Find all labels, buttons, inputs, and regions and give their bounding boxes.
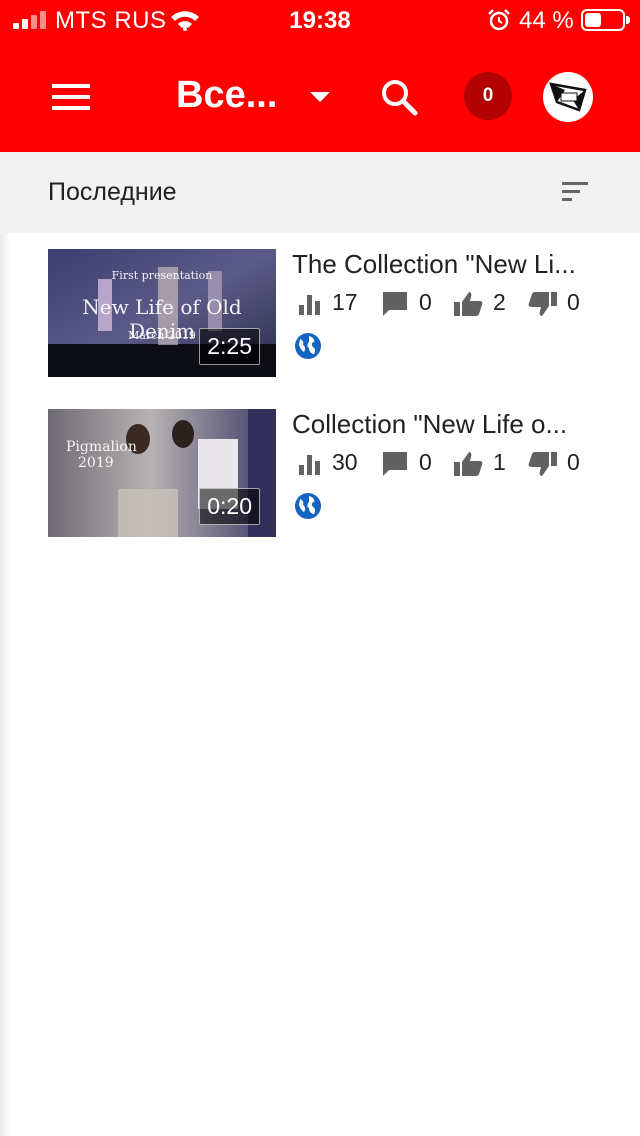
dislikes-count: 0 — [567, 289, 580, 315]
likes-count: 2 — [493, 289, 506, 315]
views-icon — [299, 295, 320, 315]
thumbnail-caption-2: 2019 — [78, 455, 114, 471]
views-count: 30 — [332, 449, 358, 475]
video-stats: 17 0 2 0 — [297, 289, 597, 321]
like-icon — [454, 452, 483, 476]
thumbnail-caption-1: First presentation — [111, 269, 213, 282]
dislikes-count: 0 — [567, 449, 580, 475]
dropdown-arrow-icon[interactable] — [310, 92, 330, 102]
dislike-icon — [528, 292, 557, 316]
comments-count: 0 — [419, 289, 432, 315]
menu-icon[interactable] — [52, 82, 92, 112]
video-list-item[interactable]: Pigmalion 2019 0:20 Collection "New Life… — [0, 409, 640, 539]
video-title[interactable]: The Collection "New Li... — [292, 249, 592, 280]
dislike-icon — [528, 452, 557, 476]
video-thumbnail[interactable]: Pigmalion 2019 0:20 — [48, 409, 276, 537]
channel-filter-title[interactable]: Все... — [176, 74, 277, 117]
globe-icon — [295, 333, 321, 359]
views-icon — [299, 455, 320, 475]
status-bar: MTS RUS 19:38 44 % — [0, 0, 640, 40]
globe-icon — [295, 493, 321, 519]
battery-level — [585, 13, 601, 27]
video-duration: 0:20 — [199, 488, 260, 525]
like-icon — [454, 292, 483, 316]
likes-count: 1 — [493, 449, 506, 475]
search-icon[interactable] — [379, 77, 419, 117]
battery-percent: 44 % — [519, 7, 574, 34]
thumbnail-caption-1: Pigmalion — [66, 439, 137, 455]
avatar[interactable] — [543, 72, 593, 122]
comments-count: 0 — [419, 449, 432, 475]
video-thumbnail[interactable]: First presentation New Life of Old Denim… — [48, 249, 276, 377]
comments-icon — [383, 292, 407, 316]
app-bar: Все... 0 — [0, 40, 640, 152]
video-duration: 2:25 — [199, 328, 260, 365]
alarm-icon — [487, 8, 511, 32]
battery-icon — [581, 9, 630, 31]
video-title[interactable]: Collection "New Life o... — [292, 409, 592, 440]
sort-title: Последние — [48, 178, 177, 206]
sort-bar: Последние — [0, 152, 640, 233]
views-count: 17 — [332, 289, 358, 315]
notification-badge[interactable]: 0 — [464, 72, 512, 120]
video-stats: 30 0 1 0 — [297, 449, 597, 481]
sort-icon[interactable] — [562, 182, 590, 202]
video-list-item[interactable]: First presentation New Life of Old Denim… — [0, 249, 640, 379]
comments-icon — [383, 452, 407, 476]
